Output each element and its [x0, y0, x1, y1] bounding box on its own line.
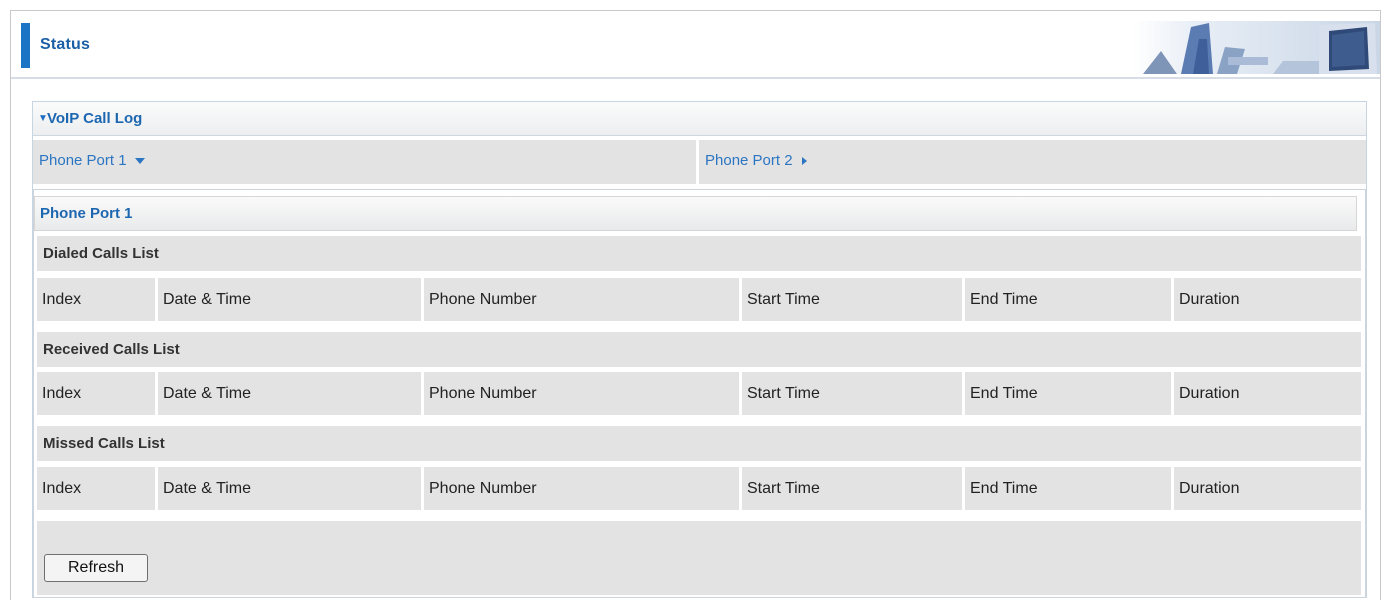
column-header-phone-number: Phone Number: [424, 372, 739, 415]
section-title: VoIP Call Log: [47, 110, 143, 127]
port-tabs: Phone Port 1 Phone Port 2: [33, 140, 1366, 184]
list-title: Received Calls List: [43, 341, 180, 358]
missed-calls-header: Missed Calls List: [37, 426, 1361, 461]
column-header-index: Index: [37, 278, 155, 321]
column-header-phone-number: Phone Number: [424, 467, 739, 510]
list-title: Missed Calls List: [43, 435, 165, 452]
dialed-calls-columns: Index Date & Time Phone Number Start Tim…: [37, 278, 1361, 321]
received-calls-header: Received Calls List: [37, 332, 1361, 367]
column-header-duration: Duration: [1174, 467, 1361, 510]
column-header-start-time: Start Time: [742, 278, 962, 321]
page-title: Status: [40, 36, 91, 53]
dialed-calls-header: Dialed Calls List: [37, 236, 1361, 271]
column-header-start-time: Start Time: [742, 467, 962, 510]
column-header-date-time: Date & Time: [158, 372, 421, 415]
column-header-index: Index: [37, 467, 155, 510]
list-title: Dialed Calls List: [43, 245, 159, 262]
tab-label: Phone Port 2: [705, 152, 793, 169]
tab-phone-port-1[interactable]: Phone Port 1: [33, 140, 696, 184]
column-header-end-time: End Time: [965, 372, 1171, 415]
column-header-date-time: Date & Time: [158, 467, 421, 510]
banner-image: [1133, 21, 1380, 74]
received-calls-columns: Index Date & Time Phone Number Start Tim…: [37, 372, 1361, 415]
column-header-duration: Duration: [1174, 278, 1361, 321]
actions-row: Refresh: [37, 521, 1361, 595]
column-header-date-time: Date & Time: [158, 278, 421, 321]
tab-phone-port-2[interactable]: Phone Port 2: [699, 140, 1366, 184]
refresh-button[interactable]: Refresh: [44, 554, 148, 582]
caret-down-icon: [134, 158, 145, 165]
column-header-index: Index: [37, 372, 155, 415]
column-header-duration: Duration: [1174, 372, 1361, 415]
tab-label: Phone Port 1: [39, 152, 127, 169]
caret-right-icon: [801, 157, 807, 166]
phone-port-header: Phone Port 1: [34, 196, 1357, 231]
section-header[interactable]: ▼ VoIP Call Log: [33, 102, 1366, 136]
page-header: Status: [11, 11, 1380, 79]
column-header-end-time: End Time: [965, 467, 1171, 510]
column-header-phone-number: Phone Number: [424, 278, 739, 321]
missed-calls-columns: Index Date & Time Phone Number Start Tim…: [37, 467, 1361, 510]
title-accent-bar: [21, 23, 30, 68]
column-header-end-time: End Time: [965, 278, 1171, 321]
column-header-start-time: Start Time: [742, 372, 962, 415]
phone-port-title: Phone Port 1: [40, 205, 133, 222]
